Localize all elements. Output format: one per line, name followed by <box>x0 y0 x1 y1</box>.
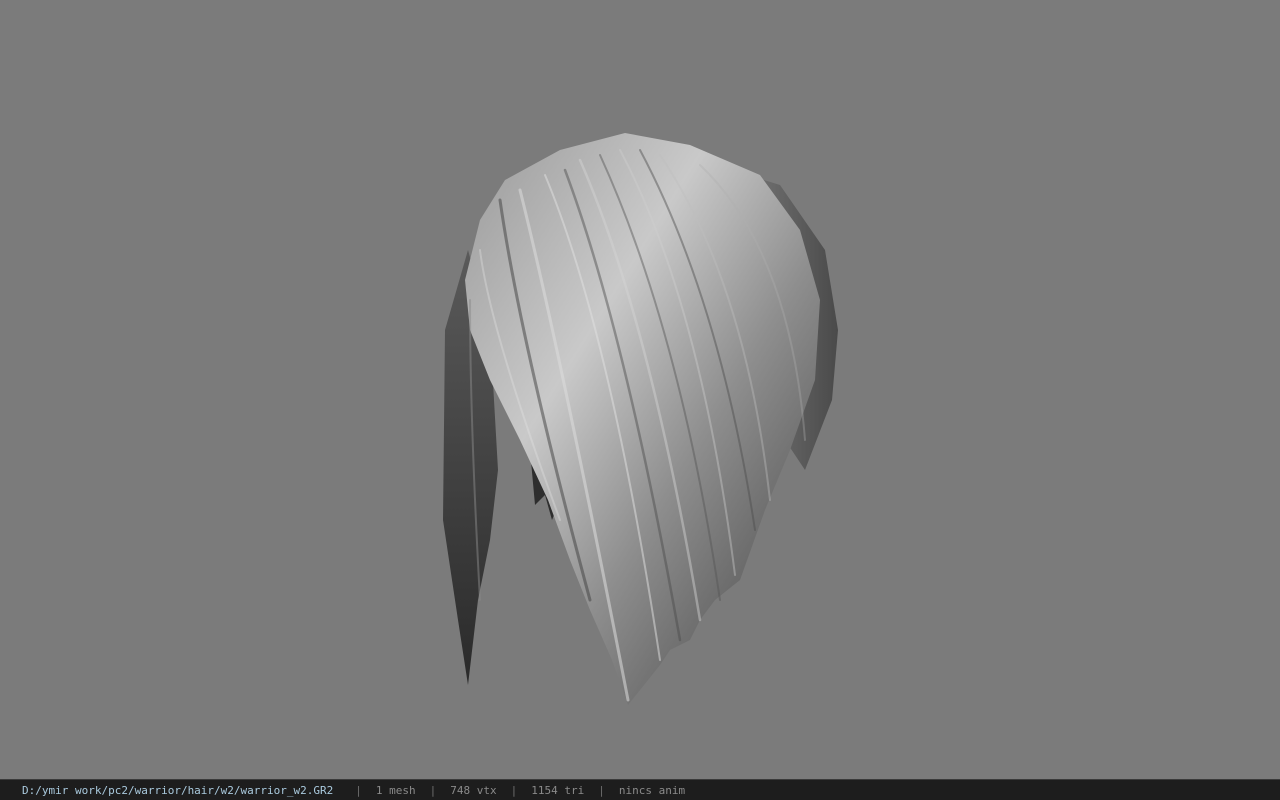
3d-viewport[interactable] <box>0 0 1280 779</box>
status-bar: D:/ymir work/pc2/warrior/hair/w2/warrior… <box>0 779 1280 800</box>
hair-main <box>465 133 820 705</box>
separator: | <box>429 783 437 797</box>
separator: | <box>598 783 605 797</box>
separator: | <box>510 783 518 797</box>
mesh-count: 1 mesh <box>375 783 416 797</box>
hair-model-render <box>443 133 838 705</box>
separator: | <box>355 783 362 797</box>
vertex-count: 748 vtx <box>450 783 497 797</box>
file-path: D:/ymir work/pc2/warrior/hair/w2/warrior… <box>22 783 334 797</box>
triangle-count: 1154 tri <box>531 783 585 797</box>
animation-status: nincs anim <box>618 783 686 797</box>
